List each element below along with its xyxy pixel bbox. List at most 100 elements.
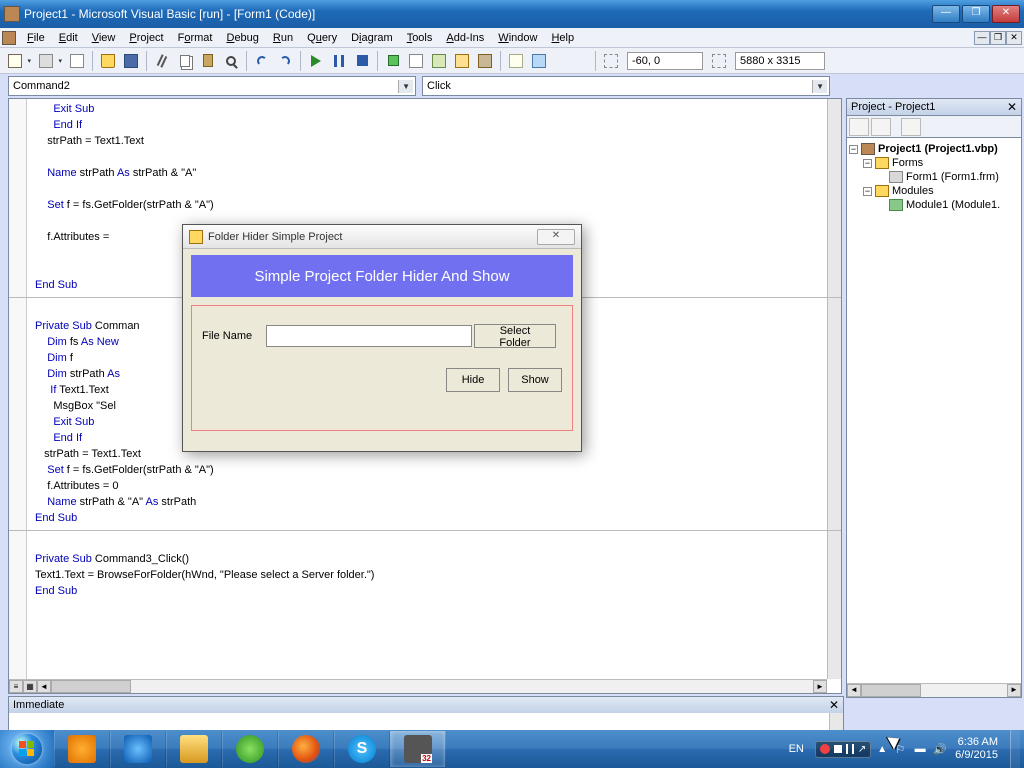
undo-button[interactable] xyxy=(251,50,273,72)
project-tree[interactable]: − Project1 (Project1.vbp) − Forms Form1 … xyxy=(846,138,1022,698)
language-indicator[interactable]: EN xyxy=(784,741,809,757)
menu-file[interactable]: File xyxy=(20,30,52,46)
stop-icon xyxy=(834,745,842,753)
show-desktop-button[interactable] xyxy=(1010,730,1020,768)
select-folder-button[interactable]: Select Folder xyxy=(474,324,556,348)
menu-view[interactable]: View xyxy=(85,30,123,46)
project-explorer: Project - Project1 ✕ − Project1 (Project… xyxy=(846,98,1022,694)
pause-icon xyxy=(846,744,854,754)
expand-icon[interactable]: − xyxy=(863,159,872,168)
expand-icon[interactable]: − xyxy=(849,145,858,154)
code-vertical-scrollbar[interactable] xyxy=(827,99,841,679)
menu-addins[interactable]: Add-Ins xyxy=(439,30,491,46)
immediate-title-bar[interactable]: Immediate ✕ xyxy=(9,697,843,713)
immediate-title: Immediate xyxy=(13,699,64,711)
find-button[interactable] xyxy=(220,50,242,72)
file-name-label: File Name xyxy=(202,330,264,342)
code-gutter xyxy=(9,99,27,679)
dialog-icon xyxy=(189,230,203,244)
start-button[interactable] xyxy=(0,730,54,768)
menu-run[interactable]: Run xyxy=(266,30,300,46)
taskbar-item-skype[interactable]: S xyxy=(334,731,390,767)
hide-button[interactable]: Hide xyxy=(446,368,500,392)
tree-forms-folder[interactable]: − Forms xyxy=(849,156,1019,170)
project-explorer-button[interactable] xyxy=(382,50,404,72)
cut-button[interactable] xyxy=(151,50,173,72)
menu-diagram[interactable]: Diagram xyxy=(344,30,400,46)
tray-volume-icon[interactable]: 🔊 xyxy=(933,742,947,756)
system-tray: EN ↗ ▲ ⚐ ▬ 🔊 6:36 AM 6/9/2015 xyxy=(780,730,1024,768)
tray-recording-widget[interactable]: ↗ xyxy=(815,741,871,758)
break-button[interactable] xyxy=(328,50,350,72)
menu-query[interactable]: Query xyxy=(300,30,344,46)
size-display: 5880 x 3315 xyxy=(735,52,825,70)
form-icon xyxy=(889,171,903,183)
toggle-folders-button[interactable] xyxy=(901,118,921,136)
show-button[interactable]: Show xyxy=(508,368,562,392)
taskbar-item-utorrent[interactable] xyxy=(222,731,278,767)
tray-overflow-button[interactable]: ▲ xyxy=(877,744,887,755)
tree-module-item[interactable]: Module1 (Module1. xyxy=(849,198,1019,212)
close-button[interactable]: ✕ xyxy=(992,5,1020,23)
properties-button[interactable] xyxy=(405,50,427,72)
view-full-button[interactable]: ▦ xyxy=(23,680,37,693)
start-button[interactable] xyxy=(305,50,327,72)
mdi-restore-button[interactable]: ❐ xyxy=(990,31,1006,45)
expand-icon[interactable]: − xyxy=(863,187,872,196)
open-button[interactable] xyxy=(97,50,119,72)
tree-form-item[interactable]: Form1 (Form1.frm) xyxy=(849,170,1019,184)
project-explorer-title: Project - Project1 xyxy=(851,101,935,113)
tray-network-icon[interactable]: ▬ xyxy=(913,742,927,756)
procedure-combo[interactable]: Click xyxy=(422,76,830,96)
redo-button[interactable] xyxy=(274,50,296,72)
toolbox-button[interactable] xyxy=(474,50,496,72)
project-icon xyxy=(861,143,875,155)
taskbar-item-ie[interactable] xyxy=(110,731,166,767)
add-project-button[interactable] xyxy=(4,50,26,72)
menu-project[interactable]: Project xyxy=(122,30,170,46)
end-button[interactable] xyxy=(351,50,373,72)
taskbar-item-vb6[interactable]: 32 xyxy=(390,731,446,767)
object-browser-button[interactable] xyxy=(451,50,473,72)
project-horizontal-scrollbar[interactable]: ◄ ► xyxy=(847,683,1021,697)
menu-format[interactable]: Format xyxy=(171,30,220,46)
copy-button[interactable] xyxy=(174,50,196,72)
project-explorer-close-button[interactable]: ✕ xyxy=(1007,100,1017,114)
folder-icon xyxy=(875,185,889,197)
menu-debug[interactable]: Debug xyxy=(219,30,265,46)
code-horizontal-scrollbar[interactable]: ≡ ▦ ◄► xyxy=(9,679,827,693)
project-explorer-toolbar xyxy=(846,116,1022,138)
taskbar-item-firefox[interactable] xyxy=(278,731,334,767)
save-button[interactable] xyxy=(120,50,142,72)
object-combo[interactable]: Command2 xyxy=(8,76,416,96)
minimize-button[interactable]: — xyxy=(932,5,960,23)
taskbar-clock[interactable]: 6:36 AM 6/9/2015 xyxy=(953,736,1004,762)
dialog-title: Folder Hider Simple Project xyxy=(208,231,537,243)
menu-help[interactable]: Help xyxy=(544,30,581,46)
position-icon xyxy=(600,50,622,72)
add-item-button[interactable] xyxy=(35,50,57,72)
menu-edit[interactable]: Edit xyxy=(52,30,85,46)
component-manager-button[interactable] xyxy=(528,50,550,72)
paste-button[interactable] xyxy=(197,50,219,72)
data-view-button[interactable] xyxy=(505,50,527,72)
view-code-button[interactable] xyxy=(849,118,869,136)
view-proc-button[interactable]: ≡ xyxy=(9,680,23,693)
tree-project-root[interactable]: − Project1 (Project1.vbp) xyxy=(849,142,1019,156)
menu-tools[interactable]: Tools xyxy=(400,30,440,46)
dialog-title-bar[interactable]: Folder Hider Simple Project ✕ xyxy=(183,225,581,249)
menu-window[interactable]: Window xyxy=(491,30,544,46)
project-explorer-title-bar[interactable]: Project - Project1 ✕ xyxy=(846,98,1022,116)
taskbar-item-explorer[interactable] xyxy=(166,731,222,767)
dialog-close-button[interactable]: ✕ xyxy=(537,229,575,245)
mdi-minimize-button[interactable]: — xyxy=(974,31,990,45)
file-name-input[interactable] xyxy=(266,325,472,347)
mdi-close-button[interactable]: ✕ xyxy=(1006,31,1022,45)
maximize-button[interactable]: ❐ xyxy=(962,5,990,23)
immediate-close-button[interactable]: ✕ xyxy=(829,698,839,712)
view-object-button[interactable] xyxy=(871,118,891,136)
tree-modules-folder[interactable]: − Modules xyxy=(849,184,1019,198)
form-layout-button[interactable] xyxy=(428,50,450,72)
menu-editor-button[interactable] xyxy=(66,50,88,72)
taskbar-item-wmp[interactable] xyxy=(54,731,110,767)
